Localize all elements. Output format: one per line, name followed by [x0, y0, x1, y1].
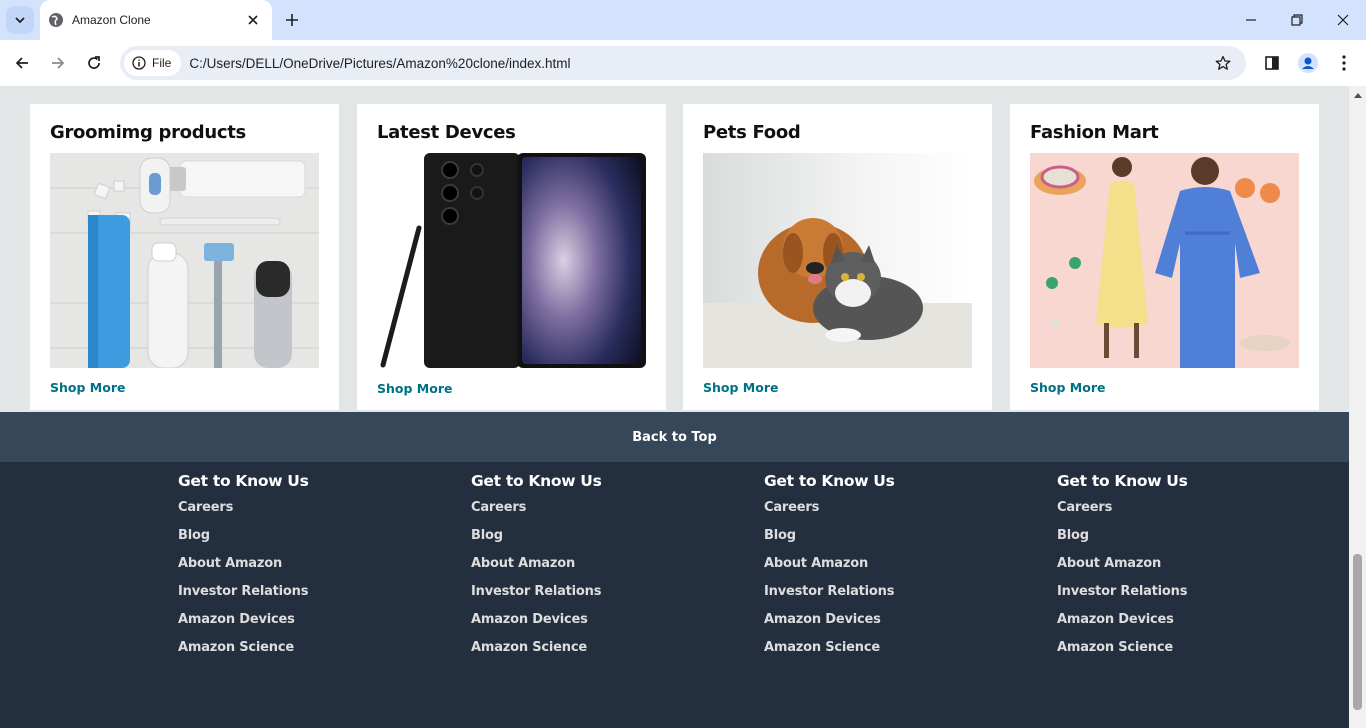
profile-button[interactable] — [1293, 48, 1323, 78]
address-bar[interactable]: File C:/Users/DELL/OneDrive/Pictures/Ama… — [120, 46, 1246, 80]
page-viewport: Groomimg products Shop More Latest Devce… — [0, 86, 1349, 728]
product-card: Pets Food Shop More — [683, 104, 992, 410]
footer-column: Get to Know Us Careers Blog About Amazon… — [178, 472, 309, 667]
footer-link-amazon-devices[interactable]: Amazon Devices — [178, 611, 309, 639]
footer-heading: Get to Know Us — [764, 472, 895, 490]
footer-link-blog[interactable]: Blog — [178, 527, 309, 555]
card-title: Groomimg products — [50, 122, 246, 143]
shop-more-link[interactable]: Shop More — [377, 381, 646, 396]
smartphone-image[interactable] — [377, 153, 646, 368]
footer-link-about-amazon[interactable]: About Amazon — [764, 555, 895, 583]
close-icon — [1337, 14, 1349, 26]
shop-more-link[interactable]: Shop More — [50, 380, 319, 395]
back-to-top-button[interactable]: Back to Top — [0, 412, 1349, 462]
shop-more-link[interactable]: Shop More — [703, 380, 972, 395]
new-tab-button[interactable] — [282, 10, 302, 30]
card-title: Fashion Mart — [1030, 122, 1159, 143]
side-panel-icon — [1265, 56, 1279, 70]
footer-link-investor-relations[interactable]: Investor Relations — [1057, 583, 1188, 611]
footer-heading: Get to Know Us — [1057, 472, 1188, 490]
kebab-menu-icon — [1342, 55, 1346, 71]
tab-close-button[interactable] — [244, 11, 262, 29]
back-button[interactable] — [7, 48, 37, 78]
footer-link-amazon-science[interactable]: Amazon Science — [764, 639, 895, 667]
footer-link-investor-relations[interactable]: Investor Relations — [178, 583, 309, 611]
footer-link-investor-relations[interactable]: Investor Relations — [471, 583, 602, 611]
footer: Get to Know Us Careers Blog About Amazon… — [0, 462, 1349, 728]
footer-column: Get to Know Us Careers Blog About Amazon… — [1057, 472, 1188, 667]
card-title: Latest Devces — [377, 122, 516, 143]
footer-link-about-amazon[interactable]: About Amazon — [178, 555, 309, 583]
close-icon — [248, 15, 258, 25]
minimize-icon — [1246, 19, 1256, 21]
product-card: Groomimg products Shop More — [30, 104, 339, 410]
footer-column: Get to Know Us Careers Blog About Amazon… — [471, 472, 602, 667]
shop-more-link[interactable]: Shop More — [1030, 380, 1299, 395]
menu-button[interactable] — [1329, 48, 1359, 78]
restore-button[interactable] — [1274, 0, 1320, 40]
footer-link-amazon-science[interactable]: Amazon Science — [178, 639, 309, 667]
footer-column: Get to Know Us Careers Blog About Amazon… — [764, 472, 895, 667]
star-icon — [1215, 55, 1231, 70]
globe-icon — [49, 13, 63, 27]
footer-link-careers[interactable]: Careers — [764, 499, 895, 527]
footer-link-about-amazon[interactable]: About Amazon — [471, 555, 602, 583]
site-chip-label: File — [152, 56, 172, 70]
chevron-down-icon — [15, 17, 25, 24]
footer-heading: Get to Know Us — [178, 472, 309, 490]
footer-link-about-amazon[interactable]: About Amazon — [1057, 555, 1188, 583]
tab-title: Amazon Clone — [72, 13, 151, 27]
reload-icon — [88, 56, 100, 69]
footer-link-blog[interactable]: Blog — [764, 527, 895, 555]
card-title: Pets Food — [703, 122, 801, 143]
page-scrollbar[interactable] — [1349, 86, 1366, 728]
footer-link-investor-relations[interactable]: Investor Relations — [764, 583, 895, 611]
footer-link-amazon-devices[interactable]: Amazon Devices — [764, 611, 895, 639]
reload-button[interactable] — [79, 48, 109, 78]
arrow-left-icon — [15, 57, 28, 69]
grooming-products-image[interactable] — [50, 153, 319, 368]
url-text[interactable]: C:/Users/DELL/OneDrive/Pictures/Amazon%2… — [189, 56, 1208, 71]
plus-icon — [286, 14, 298, 26]
product-card: Fashion Mart Shop More — [1010, 104, 1319, 410]
forward-button[interactable] — [43, 48, 73, 78]
dog-and-cat-image[interactable] — [703, 153, 972, 368]
footer-link-amazon-science[interactable]: Amazon Science — [1057, 639, 1188, 667]
side-panel-button[interactable] — [1257, 48, 1287, 78]
footer-link-blog[interactable]: Blog — [471, 527, 602, 555]
caret-up-icon — [1353, 92, 1362, 98]
fashion-models-image[interactable] — [1030, 153, 1299, 368]
footer-link-careers[interactable]: Careers — [178, 499, 309, 527]
footer-link-amazon-devices[interactable]: Amazon Devices — [471, 611, 602, 639]
info-icon — [132, 56, 146, 70]
close-window-button[interactable] — [1320, 0, 1366, 40]
restore-icon — [1291, 14, 1303, 26]
back-to-top-label: Back to Top — [632, 429, 717, 445]
avatar-icon — [1298, 53, 1318, 73]
footer-link-blog[interactable]: Blog — [1057, 527, 1188, 555]
footer-heading: Get to Know Us — [471, 472, 602, 490]
tab-search-button[interactable] — [6, 6, 34, 34]
scroll-up-button[interactable] — [1349, 86, 1366, 103]
scrollbar-thumb[interactable] — [1353, 554, 1362, 710]
footer-link-amazon-science[interactable]: Amazon Science — [471, 639, 602, 667]
browser-toolbar: File C:/Users/DELL/OneDrive/Pictures/Ama… — [0, 40, 1366, 86]
footer-link-amazon-devices[interactable]: Amazon Devices — [1057, 611, 1188, 639]
site-info-chip[interactable]: File — [124, 50, 182, 76]
footer-link-careers[interactable]: Careers — [471, 499, 602, 527]
footer-link-careers[interactable]: Careers — [1057, 499, 1188, 527]
tab-strip: Amazon Clone — [0, 0, 1366, 40]
minimize-button[interactable] — [1228, 0, 1274, 40]
browser-tab[interactable]: Amazon Clone — [40, 0, 272, 40]
product-card: Latest Devces Shop More — [357, 104, 666, 410]
arrow-right-icon — [52, 57, 65, 69]
bookmark-button[interactable] — [1208, 48, 1238, 78]
